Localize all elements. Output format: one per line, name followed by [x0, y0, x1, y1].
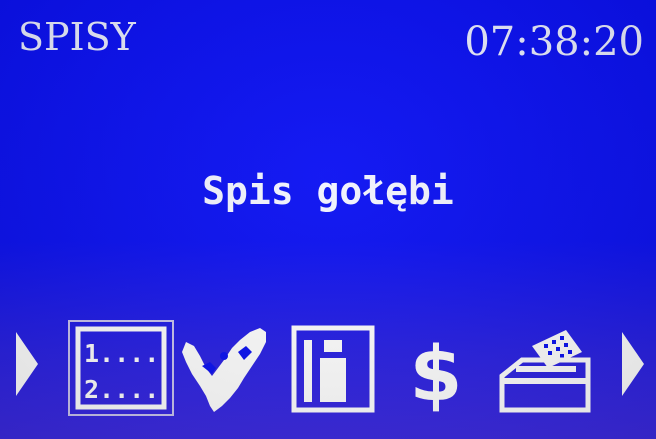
scroll-left-button[interactable]: [14, 328, 40, 400]
arrow-right-icon: [622, 332, 644, 396]
printer-icon: [499, 330, 591, 413]
pigeon-icon: [182, 328, 266, 412]
screen-title: SPISY: [18, 15, 136, 59]
info-icon: [291, 325, 375, 413]
arrow-left-icon: [16, 332, 38, 396]
clock-readout: 07:38:20: [464, 19, 644, 65]
numbered-list-icon: 1.... 2....: [75, 326, 167, 410]
list-line-1: 1....: [84, 339, 159, 368]
svg-text:$: $: [410, 329, 463, 414]
icon-toolbar: 1.... 2.... $: [0, 318, 656, 418]
dollar-icon: $: [410, 329, 463, 414]
device-screen: SPISY 07:38:20 Spis gołębi 1.... 2.... $: [0, 0, 656, 439]
list-line-2: 2....: [84, 375, 159, 404]
toolbar-item-print[interactable]: [496, 324, 596, 414]
toolbar-item-payments[interactable]: $: [408, 328, 464, 414]
toolbar-item-list[interactable]: 1.... 2....: [68, 320, 174, 416]
toolbar-item-info[interactable]: [290, 324, 376, 414]
selected-item-label: Spis gołębi: [202, 169, 454, 213]
scroll-right-button[interactable]: [620, 328, 646, 400]
toolbar-item-pigeon[interactable]: [180, 322, 272, 414]
